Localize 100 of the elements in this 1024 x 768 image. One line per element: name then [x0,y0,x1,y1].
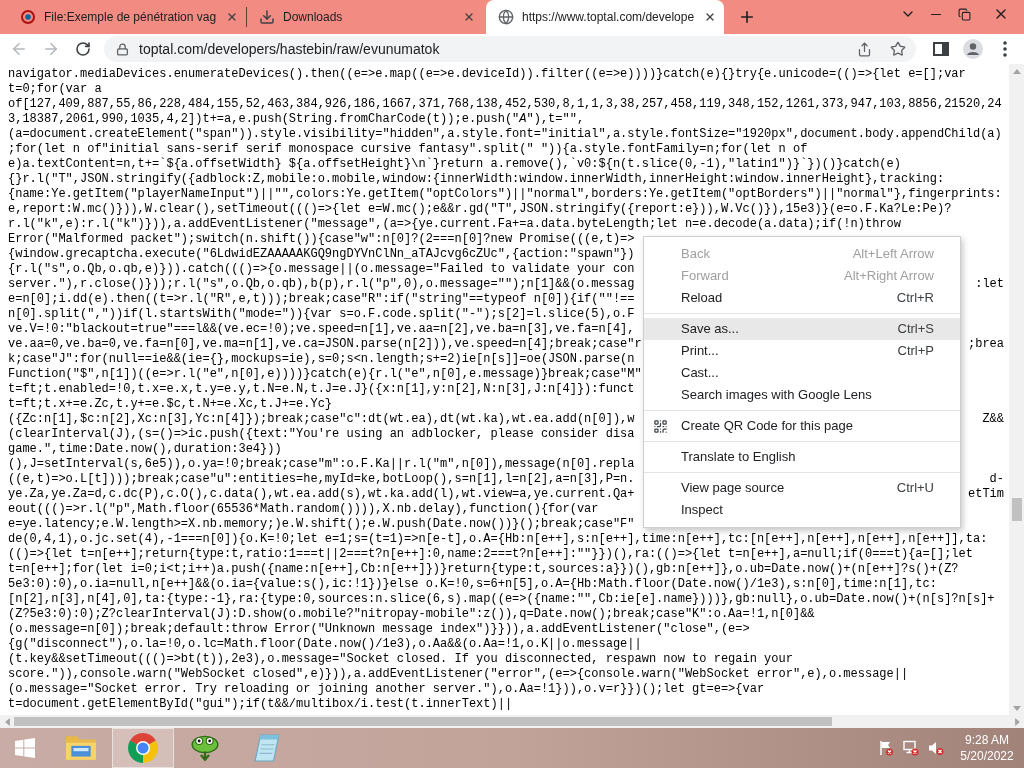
address-bar[interactable]: toptal.com/developers/hastebin/raw/evunumatok [104,36,916,62]
frog-icon [191,735,219,761]
menu-item[interactable]: Translate to English [644,446,960,468]
code-line: ve.V=!0:"blackout=true"===l&&(ve.ec=!0);ve.speed=n[1],ve.aa=n[2],ve.ba=n[3],ve.fa=n[4], [8,322,635,336]
qr-code-icon [653,418,668,434]
profile-icon [963,39,983,59]
code-line: t=ft;t.x+=e.Zc,t.y+=e.$c,t.N+=e.Xc,t.J+=e.Yc} [8,397,333,411]
menu-item[interactable]: Search images with Google Lens [644,384,960,406]
code-line: (a=document.createElement("span")).style.visibility="hidden",a.style.font="initial",a.style.fontSize="1920px",document.body.appendChild(a) [8,127,1002,141]
speaker-muted-icon[interactable] [928,740,944,756]
code-line: server."),r.close()}));r.l("s",o.Qb,o.qb),b(p),r.l("p",0),o.message="");n[1]&&(o.messag [8,277,635,292]
menu-item[interactable]: Inspect [644,499,960,521]
monitor-icon[interactable] [903,740,919,756]
keyboard-shortcut: Alt+Left Arrow [852,245,934,264]
menu-item[interactable]: Print... Ctrl+P [644,340,960,362]
scroll-up-icon[interactable] [1012,68,1021,74]
code-fragment: ;brea [968,337,1004,352]
code-line: t=ft;t.enabled=!0,t.x=e.x,t.y=e.y,t.N=e.N,t.J=e.J}({x:n[1],y:n[2],N:n[3],J:n[4]}):funct [8,382,635,396]
code-line: t=document.getElementById("gui");if(t&&/multibox/i.test(t.innerText)|| [8,697,513,711]
taskbar-app-button[interactable] [112,728,174,768]
code-line: navigator.mediaDevices.enumerateDevices().then((e=>e.map((e=>e.deviceId)).filter((e=>e))))}catch(e){}try{e.unicode=(()=>{let e=[];var [8,67,966,81]
menu-item[interactable]: Cast... [644,362,960,384]
code-line: ;for(let n of"initial sans-serif serif monospace cursive fantasy".split(" ")){a.style.fontFamily=n;for(let n of [8,142,808,156]
code-fragment: d- [989,472,1004,487]
vertical-scrollbar[interactable] [1009,64,1024,715]
code-line: score.")),console.warn("WebSocket closed",e)})),a.addEventListener("error",(e=>{console.warn("WebSocket error",e),o.message|| [8,667,909,681]
scroll-right-icon[interactable] [1014,717,1020,726]
code-line: e)a.textContent=n,t+=`${a.offsetWidth} ${a.offsetHeight}\n`}return a.remove(),`v0:${n(t.slice(0,-1),"latin1")}`})()}catch(e) [8,157,901,171]
keyboard-shortcut: Ctrl+U [896,479,934,498]
browser-tab[interactable]: Downloads [247,0,485,34]
code-line: t=n[e++];for(let i=0;i<t;i++)a.push({name:n[e++],Cb:n[e++]})}return{type:t,sources:a}})(),gb:n[e++]},o.ub=Date.now()+(n[e++]?s()+(Z? [8,562,959,576]
code-line: k;case"J":for(null==ie&&(ie={},mockups=ie),s=0;s<n.length;s+=2)ie[n[s]]=oe(JSON.parse(n [8,352,635,366]
scroll-down-icon[interactable] [1012,705,1021,711]
code-line: {g("disconnect"),o.la=!0,o.lc=Math.floor(Date.now()/1e3),o.Aa&&(o.Aa=!1,o.K||o.message|| [8,637,642,651]
code-line: n[0].split(","))if(l.startsWith("mode=")){var s=o.F.code.split("-");s[2]=l.slice(5),o.F [8,307,635,321]
notepad-icon [254,734,280,762]
close-icon [463,11,475,23]
scroll-left-icon[interactable] [4,717,10,726]
code-line: (Z?5e3:0):0);Z?clearInterval(J):D.show(o.mobile?"nitropay-mobile":z()),q=Date.now();break;case"K":o.Aa=!1,n[0]&& [8,607,815,621]
code-line: of[127,409,887,55,86,228,484,155,52,463,384,926,186,1667,371,768,138,452,530,8,1,1,3,38,257,458,119,348,152,1261,373,947,103,8856,21520,24 [8,97,1002,111]
code-line: {window.grecaptcha.execute("6LdwidEZAAAAAKGQ9ngDYVnClNn_aTAJcvg6cZUc",{action:"spawn"}) [8,247,635,261]
code-line: ve.aa=0,ve.ba=0,ve.fa=n[0],ve.ma=n[1],ve.ca=JSON.parse(n[2])),ve.speed=n[4];break;case"r [8,337,642,352]
restore-icon [957,7,971,21]
download-icon [259,9,275,25]
code-line: (),J=setInterval(s,6e5)),o.ya=!0;break;case"m":o.F.Ka||r.l("m",n[0]),message(n[0].repla [8,457,635,471]
code-fragment: :let [975,277,1004,292]
scrollbar-thumb[interactable] [1011,498,1022,521]
menu-item[interactable]: Create QR Code for this page [644,415,960,437]
browser-icon [128,733,158,763]
folder-icon [66,736,96,760]
plus-icon [738,8,756,26]
code-line: e=n[0];i.dd(e).then((t=>r.l("R",e,t)));break;case"R":if("string"==typeof n[0]){if(""!== [8,292,635,306]
back-icon [10,40,28,58]
side-panel-icon [933,42,949,56]
keyboard-shortcut: Ctrl+S [897,320,934,339]
forward-icon [42,40,60,58]
code-fragment: etTim [968,487,1004,502]
minimize-icon [931,13,941,15]
code-line: Error("Malformed packet");switch(n.shift()){case"w":n[0]?(2===n[0]?new Promise(((e,t)=> [8,232,635,246]
menu-item[interactable]: View page source Ctrl+U [644,477,960,499]
keyboard-shortcut: Ctrl+P [897,342,934,361]
share-icon[interactable] [857,41,872,57]
code-line: eout((()=>r.l("p",Math.floor(65536*Math.random()))),X.nb.delay),function(){for(var [8,502,599,516]
code-line: 3,18387,2061,990,1035,4,2])t+=a,e.push(String.fromCharCode(t));e.push("A"),t="", [8,112,585,126]
reload-icon [75,41,91,57]
code-line: r.l("k",e):r.l("k")})),a.addEventListener("message",(a=>{ye.current.Fa+=a.data.byteLength;let n=e.decode(a.data);if(!n)throw [8,217,901,231]
scrollbar-thumb[interactable] [14,717,832,726]
code-line: (o.message=n[0]);break;default:throw Error("Unknown message index")}})),a.addEventListener("close",(e=> [8,622,750,636]
ring-logo-icon [20,9,36,25]
horizontal-scrollbar[interactable] [0,715,1024,728]
code-line: ({Zc:n[1],$c:n[2],Xc:n[3],Yc:n[4]});break;case"c":dt(wt.ea),dt(wt.ka),wt.ea.add(n[0]),w [8,412,635,427]
browser-tab[interactable]: File:Exemple de pénétration vag [8,0,246,34]
code-line: 5e3:0):0),o.ia=null,n[e++]&&(o.ia={value:s(),ic:!1})}else o.K=!0,s=6+n[5],o.A={Hb:Math.floor(Date.now()/1e3),s:n[0],time:n[1],tc: [8,577,937,591]
code-line: ye.Za,ye.Za=d,c.dc(P),c.O(),c.data(),wt.ea.add(s),wt.ka.add(l),wt.view=a,ye.current.Qa+ [8,487,635,502]
code-line: {r.l("s",o.Qb,o.qb,e)})).catch((()=>{o.message||(o.message="Failed to validate your con [8,262,635,276]
code-line: [n[2],n[3],n[4],0],ta:{type:-1},ra:{type:0,sources:n.slice(6,s).map((e=>({name:"",Cb:ie[e].name})))},gb:null},o.ub=Date.now()+(n[s]?n[s]+ [8,592,995,606]
code-line: e=ye.latency;e.W.length>=X.nb.memory;)e.W.shift();e.W.push(Date.now())}();break;case"F" [8,517,635,531]
code-line: Function("$",n[1])((e=>r.l("e",n[0],e))))}catch(e){r.l("e",n[0],e.message)}break;case"M" [8,367,642,381]
code-fragment: Z&& [982,412,1004,427]
code-line: de(0,4,1),o.jc.set(4),-1===n[0]){o.K=!0;let e=1;s=(t=1)=>n[e-t],o.A={Hb:n[e++],s:n[e++],time:n[e++],tc:[n[e++],n[e++],n[e++],n[e++]],ta: [8,532,988,546]
code-line: (o.message="Socket error. Try reloading or joining another server."),o.Aa=!1})),o.v=r}})();let gt=e=>{var [8,682,765,696]
bookmark-star-icon[interactable] [890,41,906,57]
menu-item[interactable]: Save as... Ctrl+S [644,318,960,340]
code-line: ((e,t)=>o.L[t])));break;case"u":entities=he,myId=ke,botLoop(),s=n[1],l=n[2],a=n[3],P=n. [8,472,635,487]
globe-icon [498,9,514,25]
menu-icon [1003,41,1007,57]
code-line: (clearInterval(J),(s=()=>ic.push({text:"You're using an adblocker, please consider disa [8,427,635,441]
code-line: e,report:W.mc()})),W.clear(),setTimeout((()=>{let e=W.mc();e&&r.gd("T",JSON.stringify({report:e})),W.Vc()}),15e3)}(e=o.F.Ka?Le:Pe)? [8,202,952,216]
flag-icon[interactable] [878,740,894,756]
code-line: {name:Ye.getItem("playerNameInput")||"",colors:Ye.getItem("optColors")||"normal",borders:Ye.getItem("optBorders")||"normal"},fingerprints: [8,187,1002,201]
keyboard-shortcut: Alt+Right Arrow [844,267,934,286]
code-line: (t.key&&setTimeout((()=>bt(t)),2e3),o.message="Socket closed. If you disconnected, respawn now to regain your [8,652,793,666]
code-line: t=0;for(var a [8,82,102,96]
windows-logo-icon [15,738,35,758]
menu-item[interactable]: Reload Ctrl+R [644,287,960,309]
code-line: {}r.l("T",JSON.stringify({adblock:Z,mobile:o.mobile,window:{innerWidth:window.innerWidth,innerHeight:window.innerHeight},tracking: [8,172,945,186]
browser-tab[interactable]: https://www.toptal.com/develope [486,0,724,34]
keyboard-shortcut: Ctrl+R [896,289,934,308]
code-line: (()=>{let t=n[e++];return{type:t,ratio:1===t||2===t?n[e++]:0,name:2===t?n[e++]:""}})(),ra:(()=>{let t=n[e++],a=null;if(0===t){a=[];let [8,547,973,561]
lock-icon[interactable] [116,42,129,56]
